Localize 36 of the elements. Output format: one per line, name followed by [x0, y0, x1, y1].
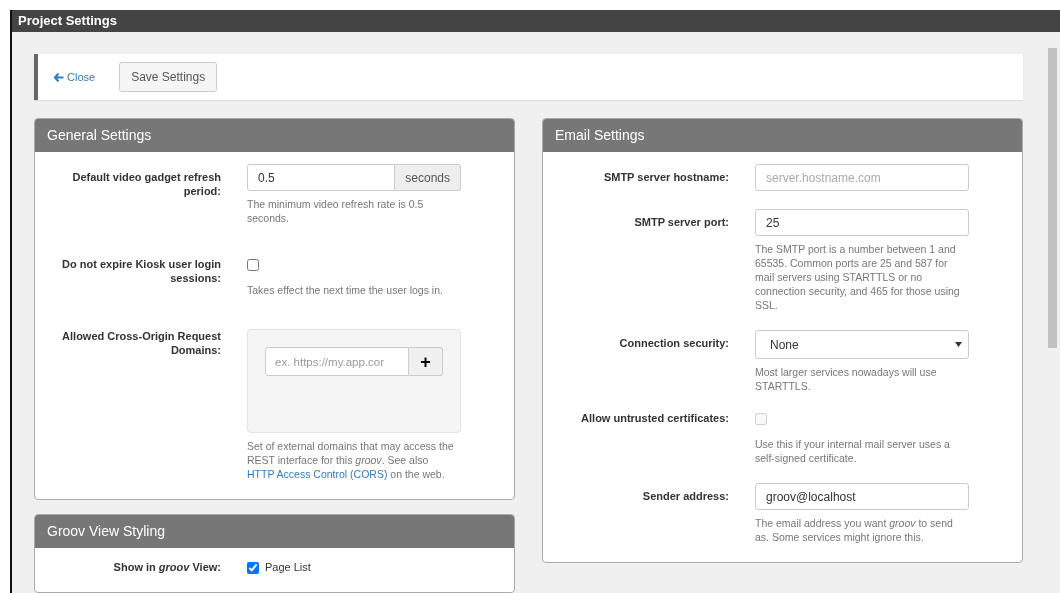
checkbox[interactable]: [247, 259, 259, 271]
field-label: Show in groov View:: [112, 560, 221, 574]
close-link[interactable]: Close: [54, 71, 96, 83]
field-label: Allowed Cross-Origin Request Domains:: [61, 329, 221, 358]
field-label: SMTP server hostname:: [602, 170, 729, 185]
refresh-period-field[interactable]: 0.5: [247, 164, 396, 191]
checkbox[interactable]: [247, 562, 259, 574]
cors-link[interactable]: HTTP Access Control (CORS): [247, 468, 388, 480]
help-text: Use this if your internal mail server uses a self-signed certificate.: [755, 437, 951, 465]
help-text: The minimum video refresh rate is 0.5 seconds.: [247, 197, 425, 225]
panel-title: Email Settings: [543, 119, 1022, 152]
field-label: Do not expire Kiosk user login sessions:: [61, 257, 221, 286]
help-text: Takes effect the next time the user logs in.: [247, 283, 444, 297]
arrow-left-icon: [54, 72, 64, 82]
select-field[interactable]: None: [755, 330, 969, 359]
text-field[interactable]: 25: [755, 209, 969, 236]
help-text: The email address you want groov to send as. Some services might ignore this.: [755, 516, 954, 544]
help-text: Set of external domains that may access the REST interface for this groov. See also HTTP Access Control (CORS) on the web.: [247, 439, 455, 481]
window-title: Project Settings: [12, 10, 1060, 32]
field-label: Default video gadget refresh period:: [71, 170, 221, 199]
domain-input[interactable]: ex. https://my.app.cor: [265, 347, 409, 376]
text-field[interactable]: server.hostname.com: [755, 164, 969, 191]
field-label: Sender address:: [641, 489, 729, 504]
caret-icon: [955, 342, 962, 347]
help-text: Most larger services nowadays will use STARTTLS.: [755, 365, 938, 393]
help-text: The SMTP port is a number between 1 and 65535. Common ports are 25 and 587 for mail servers using STARTTLS or no connection security, and 465 for those using SSL.: [755, 242, 961, 312]
seconds-addon: seconds: [395, 164, 461, 191]
text-field[interactable]: groov@localhost: [755, 483, 969, 510]
add-button[interactable]: +: [409, 347, 443, 376]
field-label: Allow untrusted certificates:: [580, 411, 729, 426]
save-settings-button[interactable]: Save Settings: [119, 62, 218, 92]
field-label: Connection security:: [618, 336, 729, 351]
field-label: SMTP server port:: [633, 215, 729, 230]
panel-title: Groov View Styling: [35, 515, 514, 548]
checkbox-label: Page List: [265, 561, 311, 573]
panel-title: General Settings: [35, 119, 514, 152]
